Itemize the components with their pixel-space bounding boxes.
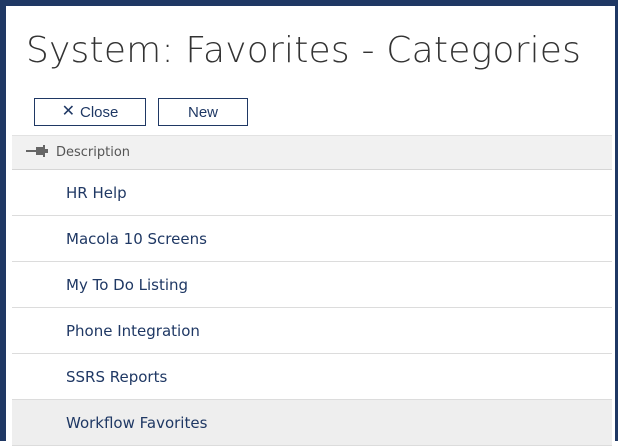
close-button-label: Close [80,103,119,121]
list-item-label: My To Do Listing [66,275,189,294]
list-item[interactable]: Macola 10 Screens [12,216,612,262]
list-item-label: Phone Integration [66,321,200,340]
list-item[interactable]: HR Help [12,170,612,216]
close-icon: ✕ [61,103,76,120]
column-header-description[interactable]: Description [56,145,130,160]
new-button[interactable]: New [158,98,248,126]
list-item[interactable]: My To Do Listing [12,262,612,308]
page-title: System: Favorites - Categories [26,30,582,71]
toolbar: ✕ Close New [34,98,248,126]
close-button[interactable]: ✕ Close [34,98,146,126]
list-item-label: SSRS Reports [66,367,168,386]
list-item[interactable]: SSRS Reports [12,354,612,400]
window-frame: System: Favorites - Categories ✕ Close N… [0,0,618,446]
pin-icon[interactable] [12,144,56,162]
new-button-label: New [187,103,218,121]
categories-grid: Description HR Help Macola 10 Screens My… [12,135,612,446]
list-item-label: Workflow Favorites [66,413,208,432]
list-item-label: HR Help [66,183,127,202]
list-item[interactable]: Phone Integration [12,308,612,354]
grid-header: Description [12,135,612,170]
list-item-label: Macola 10 Screens [66,229,207,248]
list-item-selected[interactable]: Workflow Favorites [12,400,612,446]
